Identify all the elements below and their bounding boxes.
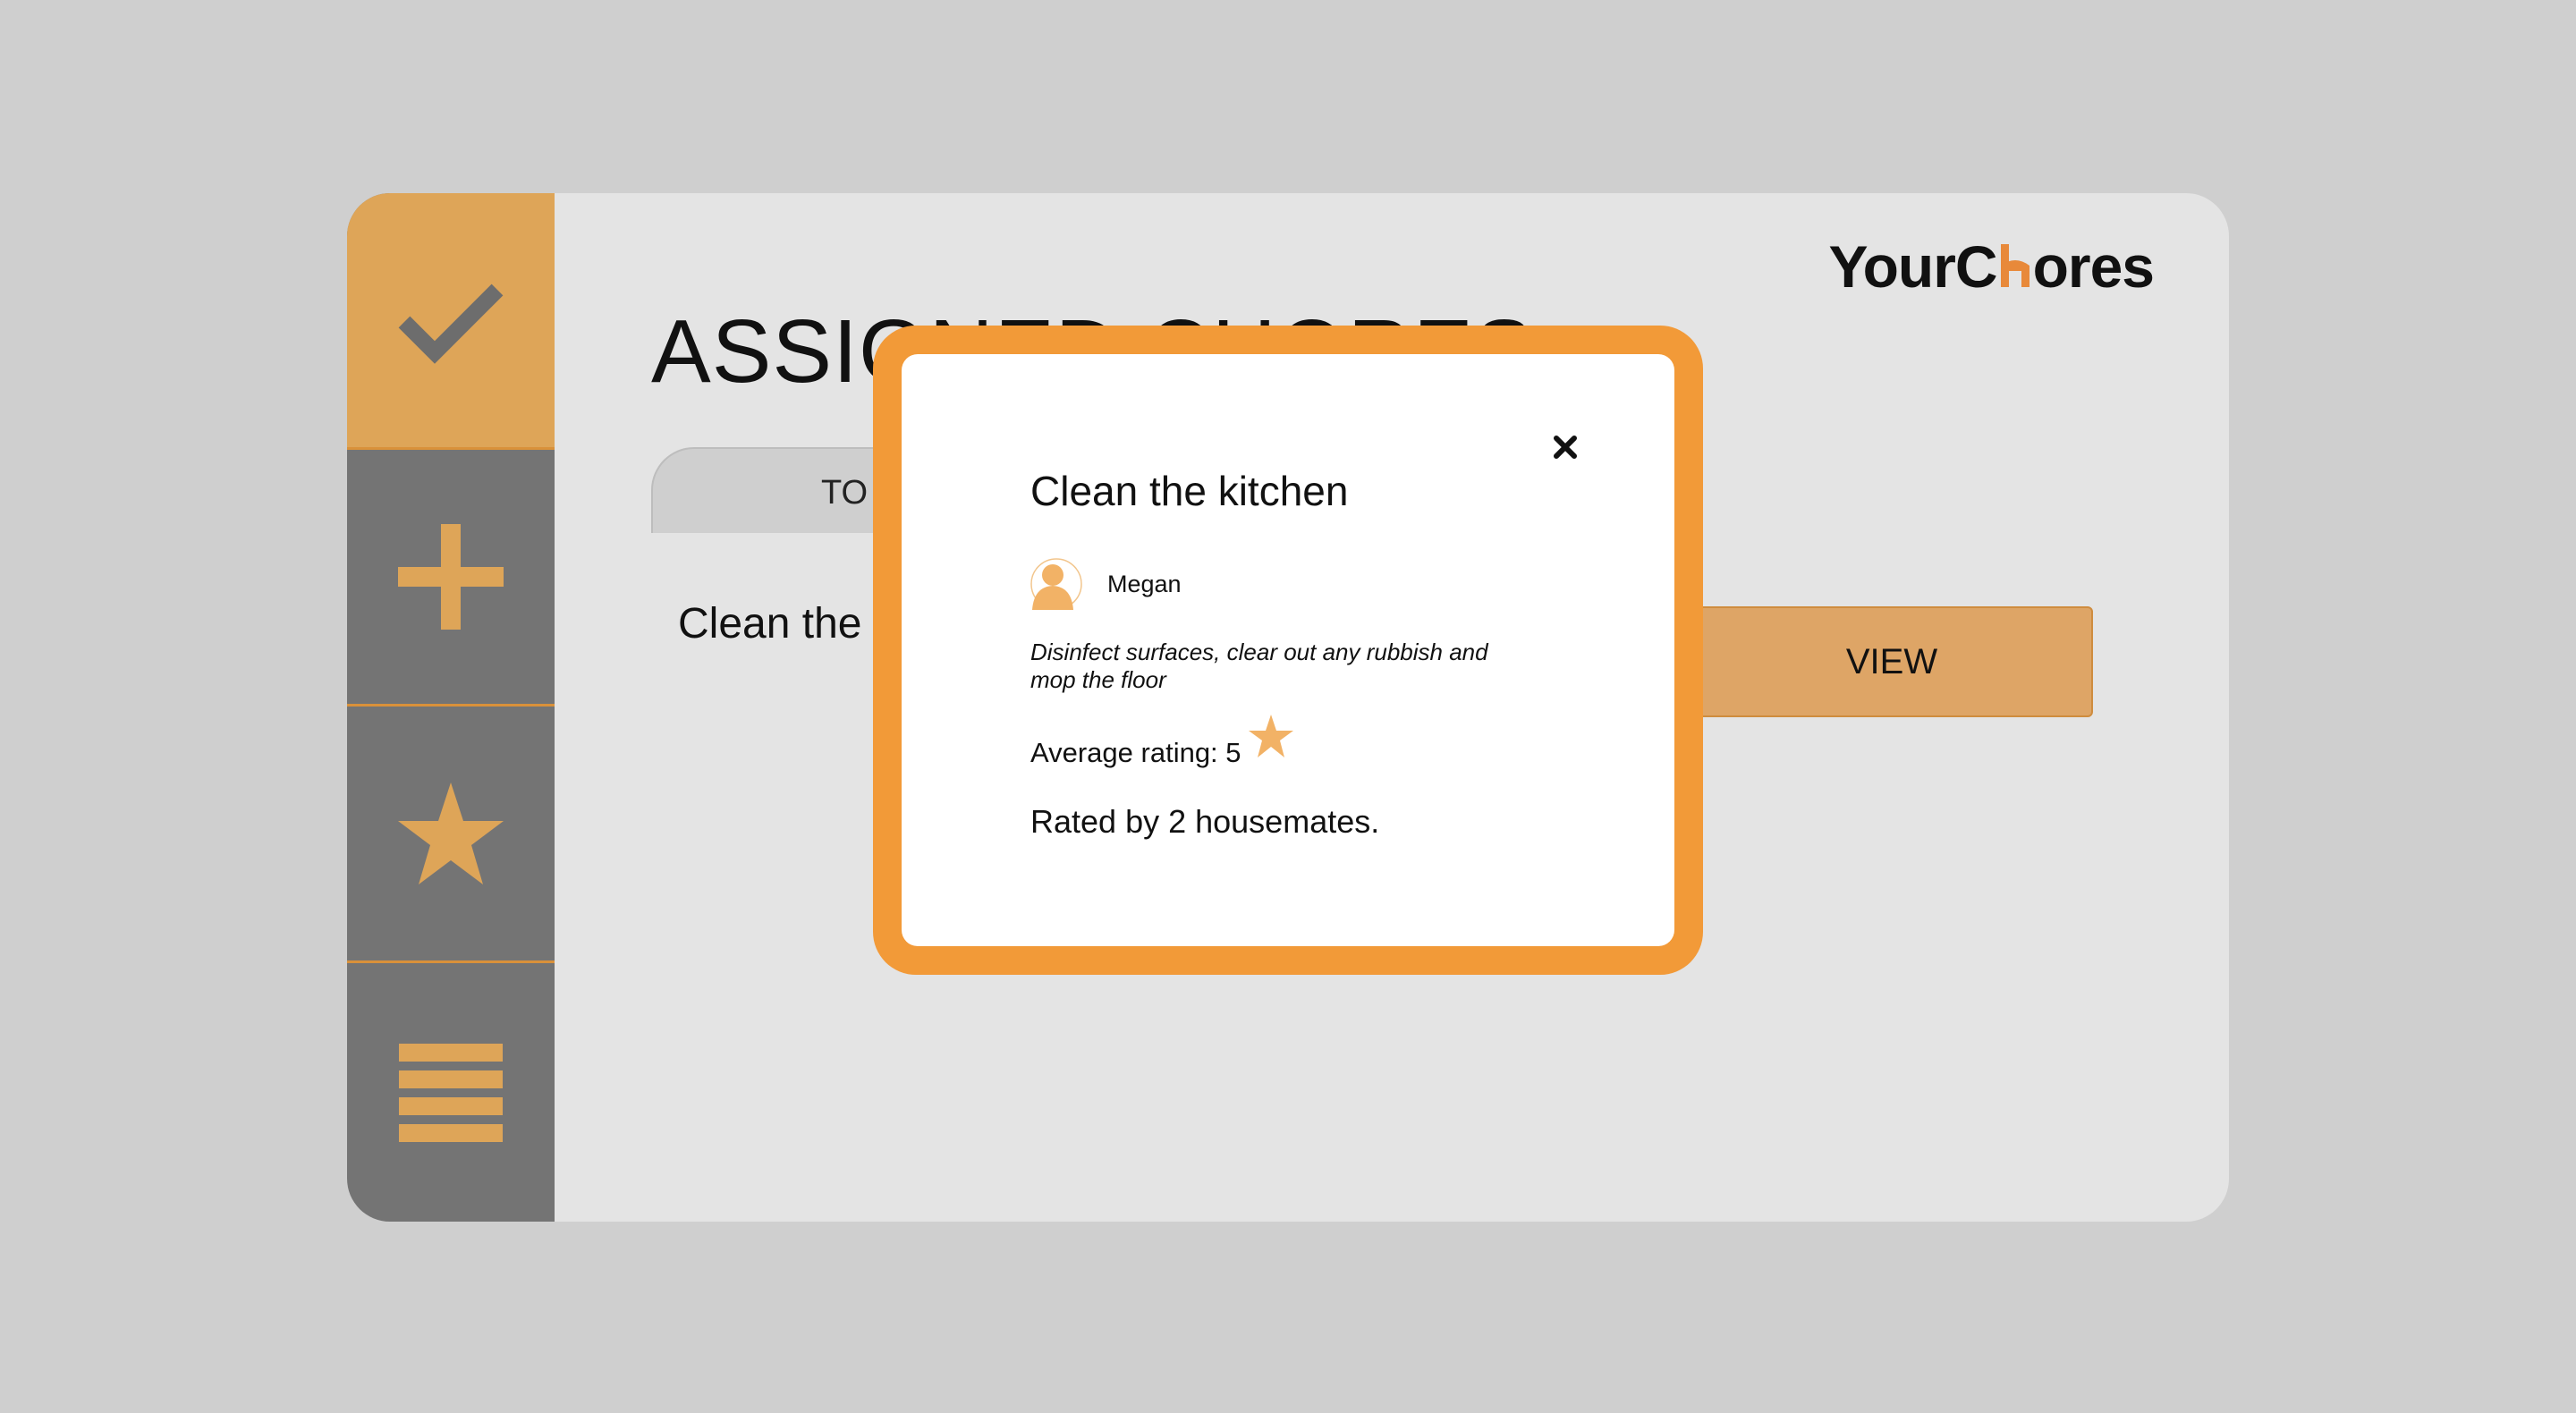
sidebar-item-menu[interactable] [347,963,555,1222]
house-icon [1997,233,2033,287]
assignee: Megan [1030,558,1182,610]
sidebar-item-ratings[interactable] [347,706,555,960]
user-avatar-icon [1030,558,1082,610]
sidebar-item-assigned-chores[interactable] [347,193,555,447]
average-rating: Average rating: 5 [1030,714,1293,769]
rating-label: Average rating: 5 [1030,737,1241,768]
close-icon [1554,436,1577,459]
close-button[interactable] [1547,429,1583,465]
chore-details-modal: Clean the kitchen Megan Disinfect surfac… [873,326,1703,975]
rated-by-text: Rated by 2 housemates. [1030,803,1380,840]
checkmark-icon [398,283,504,364]
chore-description: Disinfect surfaces, clear out any rubbis… [1030,639,1488,693]
star-icon [1248,715,1293,757]
sidebar-item-add-chore[interactable] [347,450,555,704]
chore-title: Clean the [678,600,862,647]
modal-body: Clean the kitchen Megan Disinfect surfac… [902,354,1674,946]
view-button[interactable]: VIEW [1690,606,2093,717]
brand-logo: YourC ores [1828,233,2155,300]
brand-text-start: YourC [1828,233,1997,300]
modal-title: Clean the kitchen [1030,468,1349,514]
menu-icon [399,1043,503,1142]
plus-icon [398,524,504,630]
star-icon [398,783,504,884]
brand-text-end: ores [2032,233,2155,300]
assignee-name: Megan [1107,570,1182,597]
sidebar [347,193,555,1222]
